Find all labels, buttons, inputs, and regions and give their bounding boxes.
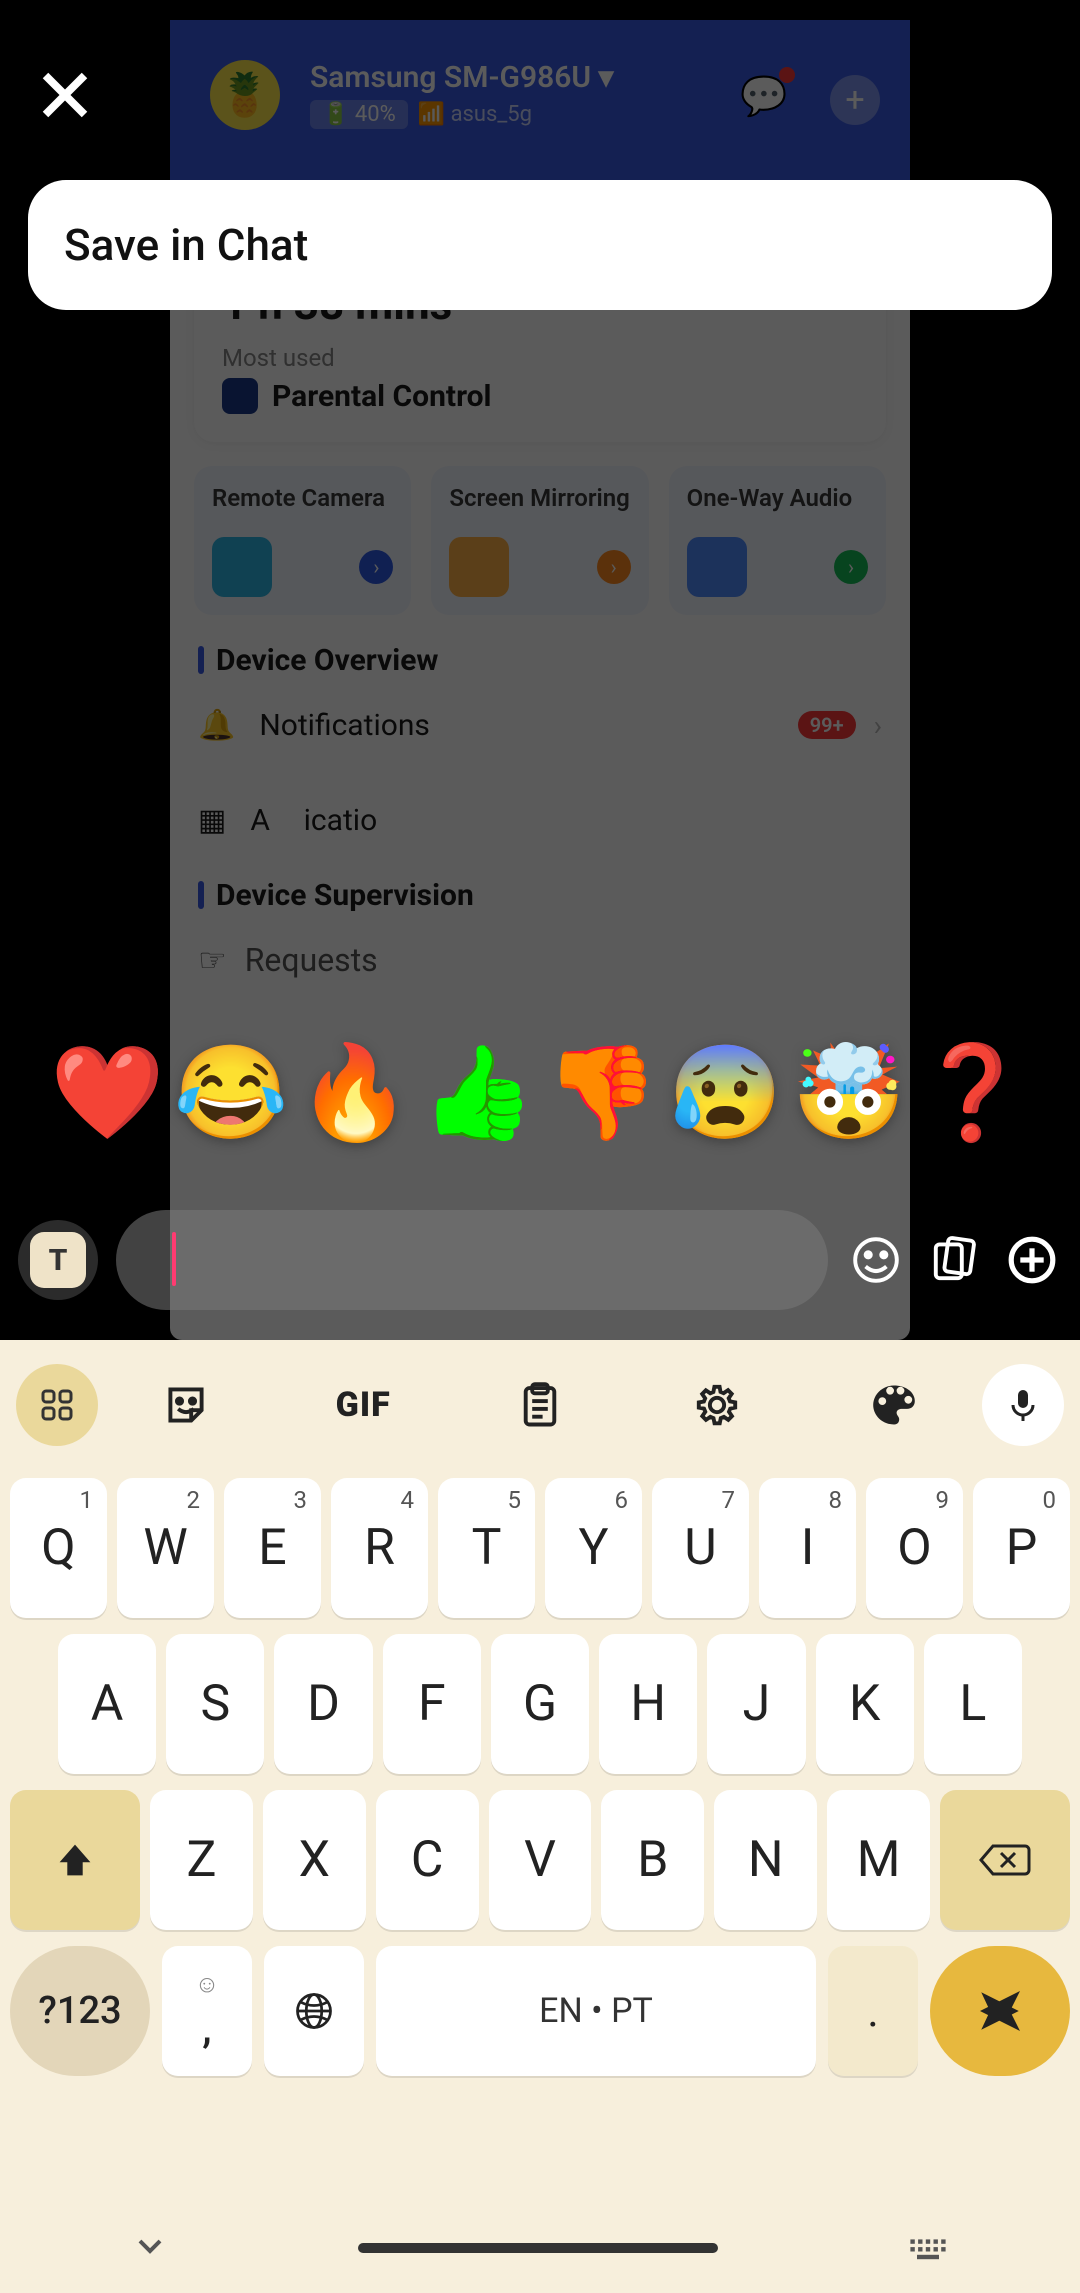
key-v[interactable]: V bbox=[489, 1790, 592, 1930]
sticker-icon bbox=[160, 1379, 212, 1431]
keyboard: GIF Q1W2E3R4T5Y6U7I8O9P0 ASDFGHJKL ZXCVB… bbox=[0, 1340, 1080, 2293]
key-t[interactable]: T5 bbox=[438, 1478, 535, 1618]
close-button[interactable] bbox=[30, 60, 100, 130]
gallery-icon bbox=[928, 1234, 980, 1286]
mic-icon bbox=[1003, 1385, 1043, 1425]
quick-emoji-row: ❤️ 😂 🔥 👍 👎 😰 🤯 ❓ bbox=[50, 1040, 1030, 1147]
emoji-question[interactable]: ❓ bbox=[915, 1040, 1030, 1147]
emoji-anxious[interactable]: 😰 bbox=[668, 1040, 783, 1147]
key-w[interactable]: W2 bbox=[117, 1478, 214, 1618]
key-b[interactable]: B bbox=[601, 1790, 704, 1930]
key-h[interactable]: H bbox=[599, 1634, 697, 1774]
palette-icon bbox=[868, 1379, 920, 1431]
key-a[interactable]: A bbox=[58, 1634, 156, 1774]
key-s[interactable]: S bbox=[166, 1634, 264, 1774]
gif-button[interactable]: GIF bbox=[275, 1385, 452, 1425]
key-e[interactable]: E3 bbox=[224, 1478, 321, 1618]
more-button[interactable] bbox=[1002, 1234, 1062, 1286]
nav-collapse-button[interactable] bbox=[130, 2226, 170, 2270]
text-tool-icon: T bbox=[30, 1232, 86, 1288]
key-u[interactable]: U7 bbox=[652, 1478, 749, 1618]
chevron-down-icon bbox=[130, 2226, 170, 2266]
theme-button[interactable] bbox=[805, 1379, 982, 1431]
key-c[interactable]: C bbox=[376, 1790, 479, 1930]
keyboard-row-1: Q1W2E3R4T5Y6U7I8O9P0 bbox=[10, 1478, 1070, 1618]
key-z[interactable]: Z bbox=[150, 1790, 253, 1930]
keyboard-toolbar: GIF bbox=[0, 1340, 1080, 1470]
nav-home-pill[interactable] bbox=[358, 2243, 718, 2253]
save-in-chat-button[interactable]: Save in Chat bbox=[28, 180, 1052, 310]
key-l[interactable]: L bbox=[924, 1634, 1022, 1774]
text-cursor bbox=[172, 1232, 176, 1286]
emoji-thumbs-down[interactable]: 👎 bbox=[545, 1040, 660, 1147]
shift-icon bbox=[53, 1838, 97, 1882]
nav-keyboard-switch[interactable] bbox=[906, 2224, 950, 2272]
keyboard-row-3: ZXCVBNM bbox=[10, 1790, 1070, 1930]
space-key[interactable]: EN • PT bbox=[376, 1946, 816, 2076]
mic-button[interactable] bbox=[982, 1364, 1064, 1446]
key-f[interactable]: F bbox=[383, 1634, 481, 1774]
smiley-icon bbox=[850, 1234, 902, 1286]
period-key[interactable]: . bbox=[828, 1946, 918, 2076]
key-r[interactable]: R4 bbox=[331, 1478, 428, 1618]
emoji-laugh[interactable]: 😂 bbox=[174, 1040, 289, 1147]
close-icon bbox=[39, 69, 91, 121]
key-y[interactable]: Y6 bbox=[545, 1478, 642, 1618]
key-n[interactable]: N bbox=[714, 1790, 817, 1930]
sticker-button[interactable] bbox=[98, 1379, 275, 1431]
shift-key[interactable] bbox=[10, 1790, 140, 1930]
clipboard-button[interactable] bbox=[452, 1379, 629, 1431]
backspace-icon bbox=[979, 1840, 1031, 1880]
emoji-fire[interactable]: 🔥 bbox=[297, 1040, 412, 1147]
key-m[interactable]: M bbox=[827, 1790, 930, 1930]
keyboard-apps-button[interactable] bbox=[16, 1364, 98, 1446]
comma-key[interactable]: ☺ , bbox=[162, 1946, 252, 2076]
send-icon bbox=[975, 1986, 1025, 2036]
key-o[interactable]: O9 bbox=[866, 1478, 963, 1618]
key-d[interactable]: D bbox=[274, 1634, 372, 1774]
text-tool-button[interactable]: T bbox=[18, 1220, 98, 1300]
settings-button[interactable] bbox=[628, 1379, 805, 1431]
backspace-key[interactable] bbox=[940, 1790, 1070, 1930]
clipboard-icon bbox=[514, 1379, 566, 1431]
key-j[interactable]: J bbox=[707, 1634, 805, 1774]
keyboard-bottom-row: ?123 ☺ , EN • PT . bbox=[0, 1946, 1080, 2098]
globe-icon bbox=[292, 1989, 336, 2033]
system-navbar bbox=[0, 2203, 1080, 2293]
language-key[interactable] bbox=[264, 1946, 364, 2076]
emoji-heart[interactable]: ❤️ bbox=[50, 1040, 165, 1147]
emoji-hint-icon: ☺ bbox=[195, 1970, 220, 1999]
emoji-thumbs-up[interactable]: 👍 bbox=[421, 1040, 536, 1147]
emoji-mindblown[interactable]: 🤯 bbox=[792, 1040, 907, 1147]
message-input[interactable] bbox=[116, 1210, 828, 1310]
chat-input-bar: T bbox=[18, 1205, 1062, 1315]
key-q[interactable]: Q1 bbox=[10, 1478, 107, 1618]
keyboard-row-2: ASDFGHJKL bbox=[10, 1634, 1070, 1774]
send-key[interactable] bbox=[930, 1946, 1070, 2076]
key-k[interactable]: K bbox=[816, 1634, 914, 1774]
plus-circle-icon bbox=[1006, 1234, 1058, 1286]
save-in-chat-label: Save in Chat bbox=[64, 219, 308, 271]
key-x[interactable]: X bbox=[263, 1790, 366, 1930]
emoji-picker-button[interactable] bbox=[846, 1234, 906, 1286]
keyboard-switch-icon bbox=[906, 2224, 950, 2268]
grid-icon bbox=[37, 1385, 77, 1425]
key-g[interactable]: G bbox=[491, 1634, 589, 1774]
key-p[interactable]: P0 bbox=[973, 1478, 1070, 1618]
gear-icon bbox=[691, 1379, 743, 1431]
symbols-key[interactable]: ?123 bbox=[10, 1946, 150, 2076]
gallery-button[interactable] bbox=[924, 1234, 984, 1286]
key-i[interactable]: I8 bbox=[759, 1478, 856, 1618]
